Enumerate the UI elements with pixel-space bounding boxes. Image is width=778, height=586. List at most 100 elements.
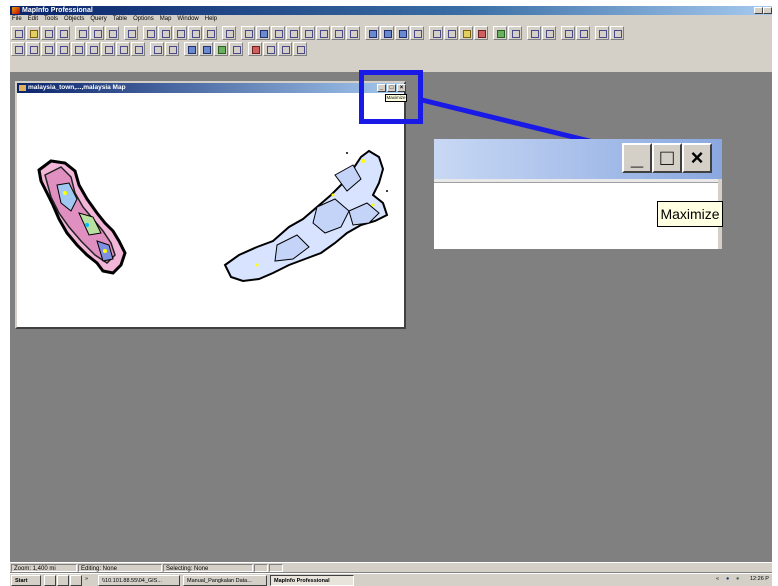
invert-selection-icon[interactable] [346, 25, 360, 40]
maximize-highlight-box [359, 70, 423, 124]
polyline-icon[interactable] [26, 41, 40, 56]
cut-icon[interactable] [75, 25, 89, 40]
app-close-button[interactable] [763, 7, 772, 14]
quicklaunch-ie-icon[interactable] [57, 575, 69, 586]
line-style-icon[interactable] [199, 41, 213, 56]
zoom-inset: _ □ × Maximize [434, 139, 723, 249]
redistrict-icon[interactable] [203, 25, 217, 40]
inset-close-button[interactable]: × [682, 143, 712, 173]
layer-control-icon[interactable] [493, 25, 507, 40]
change-view-icon[interactable] [395, 25, 409, 40]
menu-bar: File Edit Tools Objects Query Table Opti… [10, 15, 772, 24]
undo-icon[interactable] [124, 25, 138, 40]
freehand-icon[interactable] [263, 41, 277, 56]
task-mapinfo[interactable]: MapInfo Professional [270, 575, 354, 586]
save-icon[interactable] [41, 25, 55, 40]
new-icon[interactable] [11, 25, 25, 40]
circle-tool-icon[interactable] [278, 41, 292, 56]
open-icon[interactable] [26, 25, 40, 40]
print-icon[interactable] [56, 25, 70, 40]
status-selecting: Selecting: None [163, 564, 253, 572]
menu-objects[interactable]: Objects [64, 15, 84, 24]
zoom-out-icon[interactable] [380, 25, 394, 40]
menu-edit[interactable]: Edit [28, 15, 38, 24]
drawing-toolbar [11, 41, 307, 56]
split-icon[interactable] [595, 25, 609, 40]
new-mapper-icon[interactable] [158, 25, 172, 40]
boundary-select-icon[interactable] [301, 25, 315, 40]
quicklaunch-desktop-icon[interactable] [44, 575, 56, 586]
label-icon[interactable] [459, 25, 473, 40]
map-window-title-bar: malaysia_town,...,malaysia Map _ □ × [17, 83, 406, 93]
new-browser-icon[interactable] [143, 25, 157, 40]
tray-clock: 12:26 P [750, 576, 769, 582]
tray-security-icon[interactable]: ● [736, 574, 739, 585]
inset-maximize-button[interactable]: □ [652, 143, 682, 173]
start-button[interactable]: Start [11, 575, 41, 586]
ruler-icon[interactable] [508, 25, 522, 40]
quicklaunch-outlook-icon[interactable] [70, 575, 82, 586]
app-restore-button[interactable] [754, 7, 763, 14]
menu-table[interactable]: Table [113, 15, 127, 24]
menu-map[interactable]: Map [160, 15, 172, 24]
new-layout-icon[interactable] [188, 25, 202, 40]
copy-icon[interactable] [90, 25, 104, 40]
menu-file[interactable]: File [12, 15, 22, 24]
tray-expand-icon[interactable]: « [716, 574, 719, 585]
arc-icon[interactable] [41, 41, 55, 56]
set-target-icon[interactable] [576, 25, 590, 40]
graph-select-icon[interactable] [331, 25, 345, 40]
status-bar: Zoom: 1,400 mi Editing: None Selecting: … [10, 562, 772, 572]
paste-icon[interactable] [105, 25, 119, 40]
task-word[interactable]: Manual_Pangkalan Data... [183, 575, 267, 586]
info-icon[interactable] [429, 25, 443, 40]
new-grapher-icon[interactable] [173, 25, 187, 40]
text-style-icon[interactable] [229, 41, 243, 56]
quicklaunch-chevron-icon[interactable]: » [85, 574, 88, 585]
menu-options[interactable]: Options [133, 15, 154, 24]
inset-title-bar: _ □ × [434, 139, 722, 179]
drag-map-icon[interactable] [474, 25, 488, 40]
taskbar: Start » \\10.101.88.55\04_GIS... Manual_… [10, 573, 772, 586]
polygon-icon[interactable] [56, 41, 70, 56]
inset-divider [434, 179, 722, 183]
symbol-tool-icon[interactable] [248, 41, 262, 56]
region-style-icon[interactable] [214, 41, 228, 56]
zoom-in-icon[interactable] [365, 25, 379, 40]
menu-query[interactable]: Query [90, 15, 106, 24]
map-window-tool-icon[interactable] [293, 41, 307, 56]
statistics-icon[interactable] [542, 25, 556, 40]
toolbar-area [10, 24, 772, 73]
show-legend-icon[interactable] [527, 25, 541, 40]
menu-window[interactable]: Window [177, 15, 198, 24]
select-arrow-icon[interactable] [241, 25, 255, 40]
polygon-select-icon[interactable] [286, 25, 300, 40]
radius-select-icon[interactable] [271, 25, 285, 40]
inset-minimize-button[interactable]: _ [622, 143, 652, 173]
reshape-icon[interactable] [150, 41, 164, 56]
text-icon[interactable] [116, 41, 130, 56]
hotlink-icon[interactable] [444, 25, 458, 40]
tray-network-icon[interactable]: ● [726, 574, 729, 585]
erase-icon[interactable] [610, 25, 624, 40]
help-icon[interactable] [222, 25, 236, 40]
rectangle-icon[interactable] [86, 41, 100, 56]
map-window: malaysia_town,...,malaysia Map _ □ × Max… [15, 81, 407, 329]
malaysia-map-canvas[interactable] [17, 95, 404, 329]
add-node-icon[interactable] [165, 41, 179, 56]
ellipse-icon[interactable] [71, 41, 85, 56]
unselect-all-icon[interactable] [316, 25, 330, 40]
task-folder[interactable]: \\10.101.88.55\04_GIS... [98, 575, 180, 586]
marquee-select-icon[interactable] [256, 25, 270, 40]
clip-region-icon[interactable] [561, 25, 575, 40]
menu-tools[interactable]: Tools [44, 15, 58, 24]
menu-help[interactable]: Help [205, 15, 217, 24]
frame-icon[interactable] [131, 41, 145, 56]
maximize-tooltip-large: Maximize [657, 201, 723, 227]
symbol-style-icon[interactable] [184, 41, 198, 56]
line-icon[interactable] [11, 41, 25, 56]
grabber-icon[interactable] [410, 25, 424, 40]
app-title: MapInfo Professional [22, 7, 93, 14]
status-editing: Editing: None [78, 564, 162, 572]
rounded-rect-icon[interactable] [101, 41, 115, 56]
